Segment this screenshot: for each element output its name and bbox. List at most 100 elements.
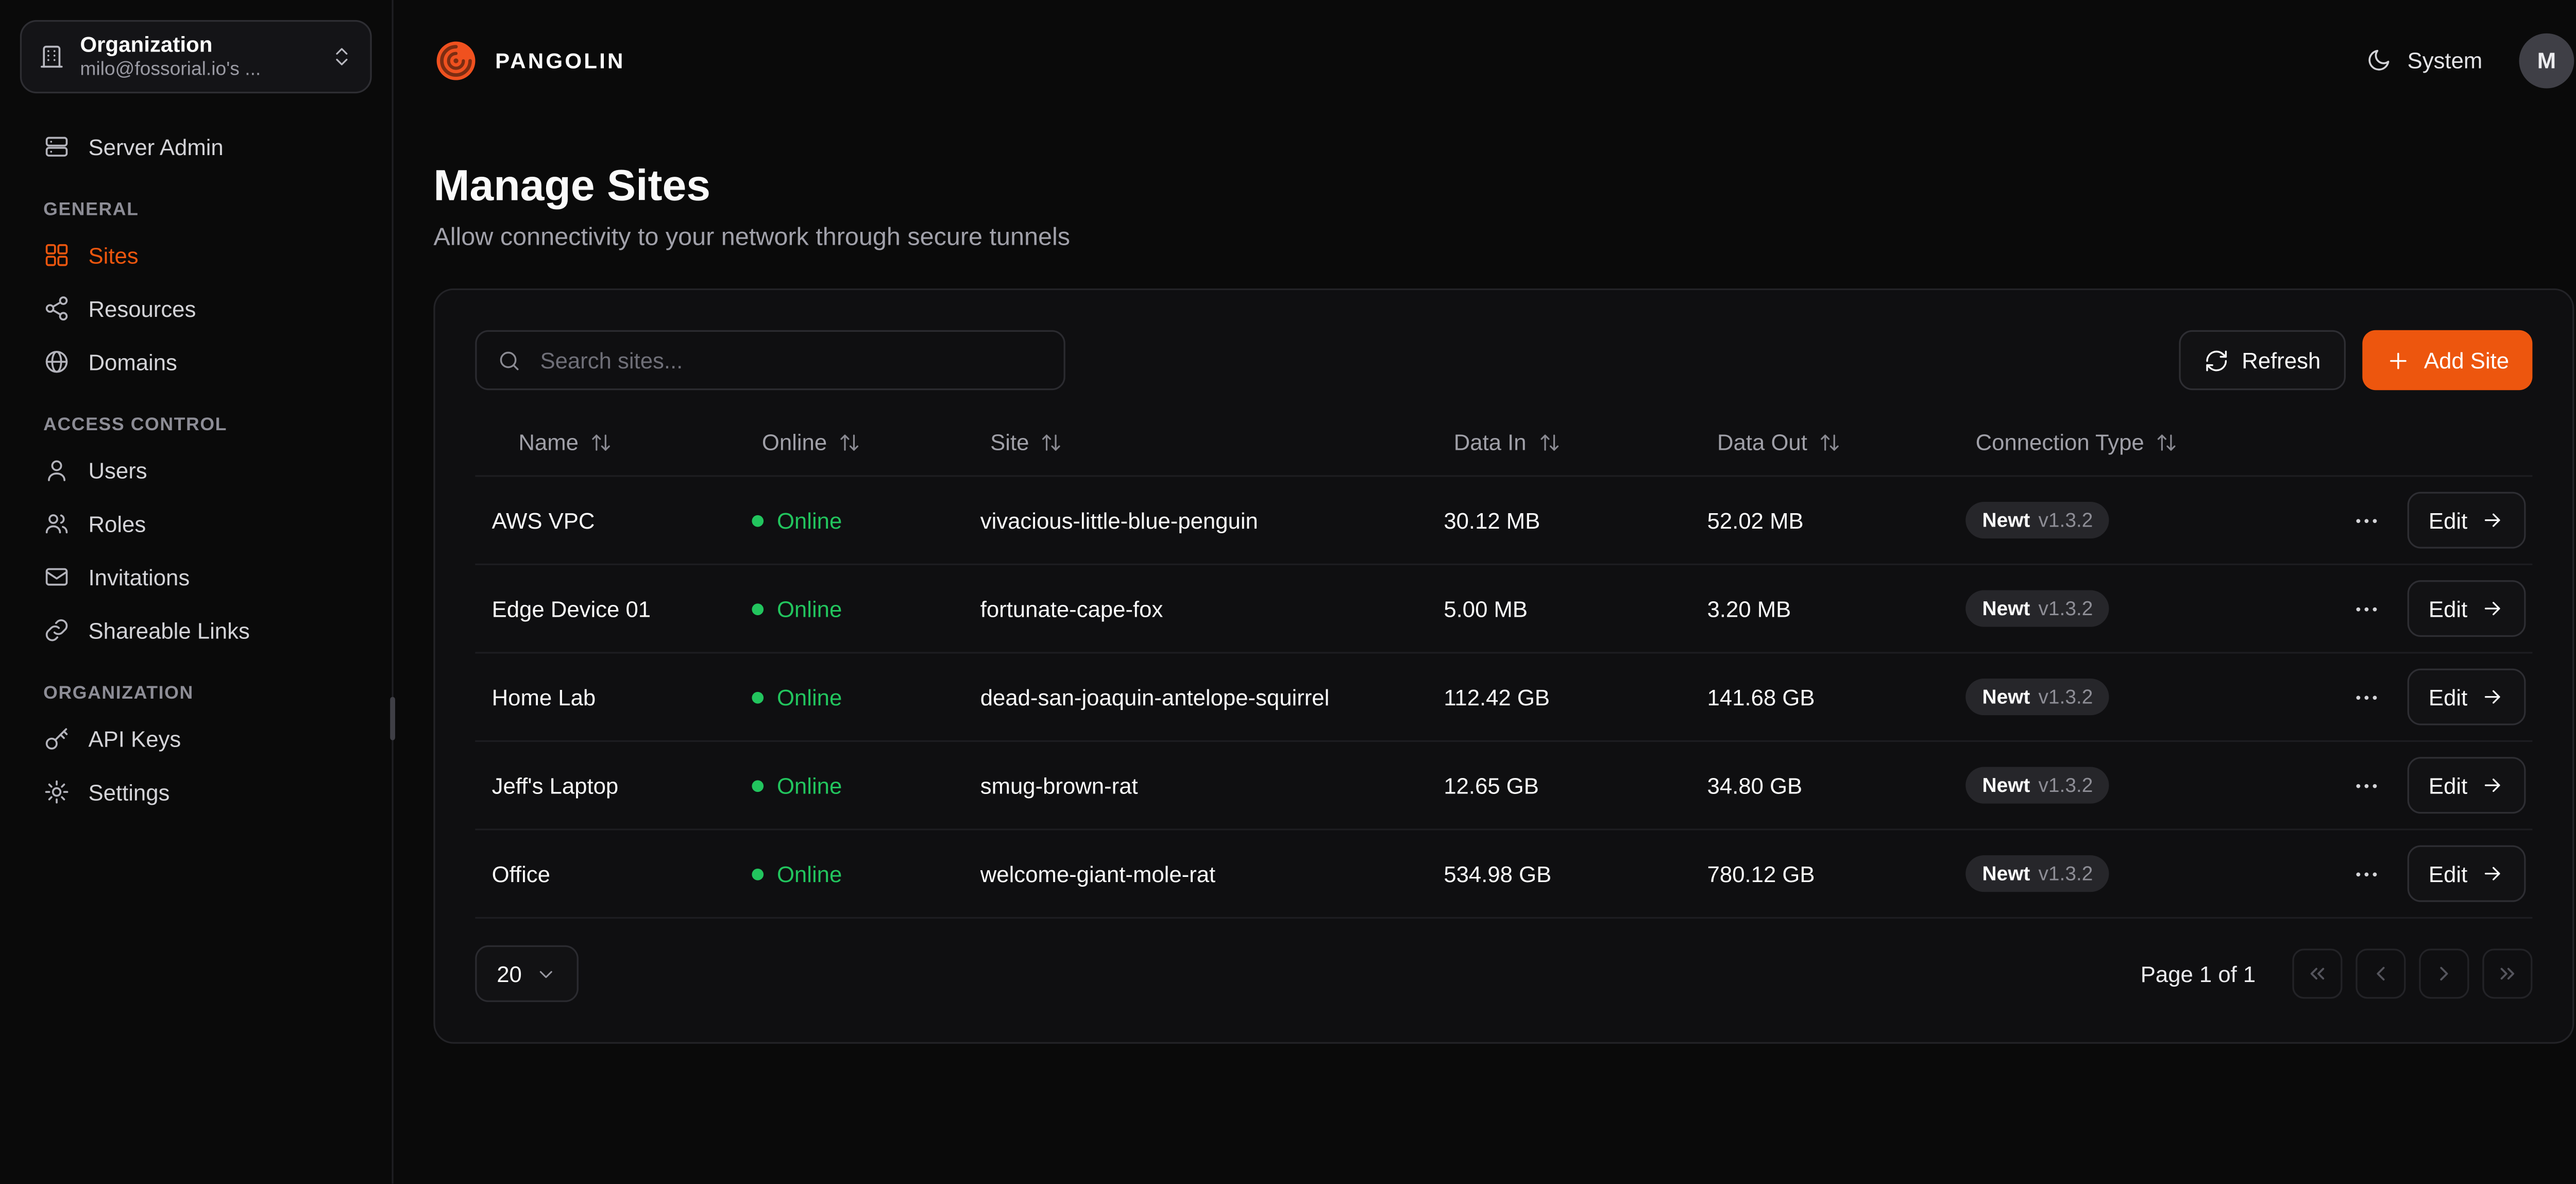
sidebar: Organization milo@fossorial.io's ... Ser… (0, 0, 394, 1184)
cell-online: Online (735, 508, 963, 533)
sidebar-item-label: Resources (89, 296, 196, 321)
arrow-right-icon (2481, 685, 2504, 708)
sidebar-item-label: Settings (89, 780, 170, 805)
edit-button[interactable]: Edit (2407, 492, 2526, 549)
sidebar-item-sites[interactable]: Sites (20, 228, 372, 282)
sidebar-item-label: Users (89, 458, 147, 483)
add-site-label: Add Site (2424, 348, 2509, 373)
chevrons-right-icon (2496, 962, 2519, 985)
org-switcher[interactable]: Organization milo@fossorial.io's ... (20, 20, 372, 93)
cell-name: Jeff's Laptop (475, 773, 735, 798)
brand[interactable]: PANGOLIN (433, 38, 625, 82)
online-label: Online (777, 684, 842, 709)
cell-actions: Edit (2359, 757, 2533, 814)
previous-page-button[interactable] (2355, 949, 2405, 999)
app-window: Organization milo@fossorial.io's ... Ser… (0, 0, 2576, 1184)
row-actions-button[interactable] (2349, 768, 2384, 803)
sidebar-item-server-admin[interactable]: Server Admin (20, 120, 372, 174)
theme-label: System (2408, 47, 2483, 73)
column-header-site[interactable]: Site (963, 430, 1427, 455)
page-subtitle: Allow connectivity to your network throu… (433, 224, 2574, 252)
cell-data-in: 12.65 GB (1427, 773, 1690, 798)
row-actions-button[interactable] (2349, 591, 2384, 626)
next-page-button[interactable] (2419, 949, 2469, 999)
column-header-online[interactable]: Online (735, 430, 963, 455)
cell-site: welcome-giant-mole-rat (963, 861, 1427, 886)
sidebar-item-api-keys[interactable]: API Keys (20, 712, 372, 766)
table-row: Edge Device 01 Online fortunate-cape-fox… (475, 565, 2532, 654)
cell-name: Home Lab (475, 684, 735, 709)
connection-badge: Newt v1.3.2 (1965, 855, 2110, 892)
online-dot (752, 691, 764, 703)
sidebar-item-label: Invitations (89, 564, 190, 589)
row-actions-button[interactable] (2349, 503, 2384, 538)
column-header-name[interactable]: Name (475, 430, 735, 455)
add-site-button[interactable]: Add Site (2362, 330, 2532, 390)
cell-online: Online (735, 684, 963, 709)
refresh-label: Refresh (2242, 348, 2320, 373)
table-footer: 20 Page 1 of 1 (475, 945, 2532, 1002)
online-dot (752, 780, 764, 791)
chevron-down-icon (535, 963, 557, 985)
gear-icon (43, 779, 70, 805)
edit-button[interactable]: Edit (2407, 757, 2526, 814)
sort-icon (590, 432, 612, 453)
cell-data-out: 3.20 MB (1690, 596, 1949, 621)
grid-icon (43, 242, 70, 268)
sort-icon (2156, 432, 2177, 453)
cell-name: AWS VPC (475, 508, 735, 533)
key-icon (43, 725, 70, 752)
row-actions-button[interactable] (2349, 680, 2384, 715)
online-dot (752, 603, 764, 615)
cell-site: dead-san-joaquin-antelope-squirrel (963, 684, 1427, 709)
last-page-button[interactable] (2482, 949, 2532, 999)
page-size-select[interactable]: 20 (475, 945, 579, 1002)
sidebar-item-roles[interactable]: Roles (20, 497, 372, 550)
table-row: Home Lab Online dead-san-joaquin-antelop… (475, 653, 2532, 742)
sidebar-item-label: Sites (89, 243, 139, 268)
cell-online: Online (735, 596, 963, 621)
sidebar-item-label: API Keys (89, 726, 181, 751)
sidebar-nav: Server Admin GENERAL Sites Resources (20, 120, 372, 819)
row-actions-button[interactable] (2349, 856, 2384, 891)
search-box (475, 330, 1065, 390)
search-input[interactable] (537, 346, 1044, 374)
online-label: Online (777, 596, 842, 621)
mail-icon (43, 564, 70, 590)
sidebar-item-domains[interactable]: Domains (20, 335, 372, 388)
sidebar-item-invitations[interactable]: Invitations (20, 550, 372, 604)
sidebar-item-shareable-links[interactable]: Shareable Links (20, 603, 372, 657)
table-row: Jeff's Laptop Online smug-brown-rat 12.6… (475, 742, 2532, 831)
ellipsis-icon (2352, 595, 2380, 623)
cell-site: fortunate-cape-fox (963, 596, 1427, 621)
column-header-data-in[interactable]: Data In (1427, 430, 1690, 455)
cell-connection-type: Newt v1.3.2 (1949, 767, 2359, 804)
sidebar-item-label: Shareable Links (89, 618, 250, 643)
sidebar-item-resources[interactable]: Resources (20, 282, 372, 335)
pagination-controls (2292, 949, 2532, 999)
theme-toggle[interactable]: System (2366, 47, 2483, 74)
connection-badge: Newt v1.3.2 (1965, 590, 2110, 627)
sidebar-section-access-control: ACCESS CONTROL (20, 415, 372, 435)
user-avatar[interactable]: M (2519, 32, 2574, 88)
page-size-value: 20 (497, 961, 522, 987)
cell-data-out: 52.02 MB (1690, 508, 1949, 533)
column-header-data-out[interactable]: Data Out (1690, 430, 1949, 455)
sidebar-item-settings[interactable]: Settings (20, 765, 372, 819)
sidebar-resize-handle[interactable] (390, 697, 395, 740)
edit-button[interactable]: Edit (2407, 669, 2526, 725)
edit-button[interactable]: Edit (2407, 845, 2526, 902)
first-page-button[interactable] (2292, 949, 2342, 999)
refresh-button[interactable]: Refresh (2178, 330, 2346, 390)
org-subtitle: milo@fossorial.io's ... (80, 58, 315, 82)
cell-data-out: 141.68 GB (1690, 684, 1949, 709)
sidebar-item-users[interactable]: Users (20, 444, 372, 497)
brand-name: PANGOLIN (495, 47, 625, 73)
cell-data-in: 534.98 GB (1427, 861, 1690, 886)
online-label: Online (777, 508, 842, 533)
search-icon (497, 348, 522, 373)
moon-icon (2366, 47, 2393, 74)
edit-button[interactable]: Edit (2407, 580, 2526, 637)
column-header-connection-type[interactable]: Connection Type (1949, 430, 2359, 455)
sidebar-section-organization: ORGANIZATION (20, 684, 372, 704)
